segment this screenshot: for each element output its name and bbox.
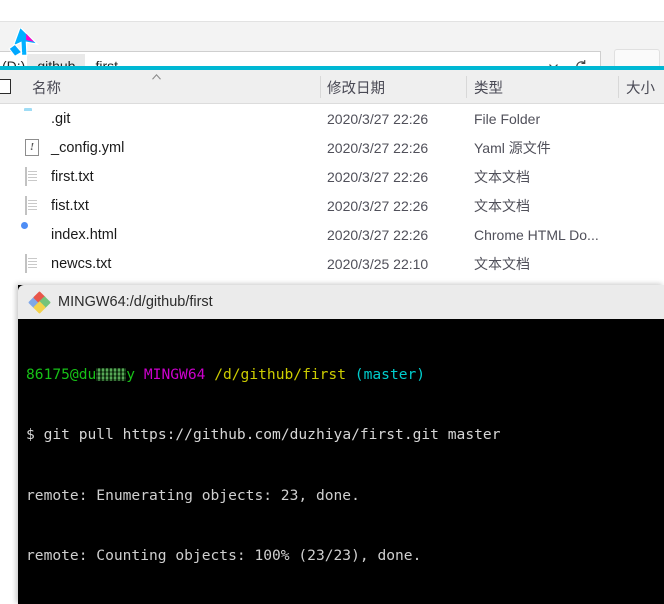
file-name-cell[interactable]: newcs.txt — [24, 253, 112, 273]
file-type-cell: Chrome HTML Do... — [474, 226, 599, 243]
terminal-title-label: MINGW64:/d/github/first — [58, 294, 213, 310]
select-all-checkbox[interactable] — [0, 79, 11, 94]
file-name-label: _config.yml — [51, 139, 125, 156]
file-date-cell: 2020/3/27 22:26 — [327, 139, 429, 156]
column-header-name[interactable]: 名称 — [32, 70, 61, 104]
column-header-row: 名称 修改日期 类型 大小 — [0, 70, 664, 104]
prompt-user-suffix: y — [126, 366, 136, 384]
file-date-cell: 2020/3/25 22:10 — [327, 255, 429, 272]
file-type-cell: File Folder — [474, 110, 541, 127]
terminal-prompt-line-1: 86175@du y MINGW64 /d/github/first (maste… — [26, 365, 664, 385]
folder-icon — [24, 110, 42, 128]
file-type-cell: Yaml 源文件 — [474, 139, 551, 156]
table-row[interactable]: newcs.txt 2020/3/25 22:10 文本文档 — [0, 249, 664, 278]
file-date-cell: 2020/3/27 22:26 — [327, 197, 429, 214]
table-row[interactable]: index.html 2020/3/27 22:26 Chrome HTML D… — [0, 220, 664, 249]
column-header-date[interactable]: 修改日期 — [327, 70, 385, 104]
terminal-output[interactable]: 86175@du y MINGW64 /d/github/first (maste… — [18, 319, 664, 604]
mingw64-terminal-window[interactable]: MINGW64:/d/github/first 86175@du y MINGW6… — [18, 285, 664, 604]
file-name-cell[interactable]: ! _config.yml — [24, 138, 125, 157]
file-type-cell: 文本文档 — [474, 197, 530, 214]
column-header-type[interactable]: 类型 — [474, 70, 503, 104]
file-name-cell[interactable]: fist.txt — [24, 195, 89, 215]
file-name-label: newcs.txt — [51, 255, 112, 272]
mingw-diamond-icon — [28, 290, 51, 314]
prompt-path: /d/github/first — [214, 366, 346, 384]
file-date-cell: 2020/3/27 22:26 — [327, 110, 429, 127]
terminal-output-line: remote: Enumerating objects: 23, done. — [26, 486, 360, 504]
table-row[interactable]: first.txt 2020/3/27 22:26 文本文档 — [0, 162, 664, 191]
prompt-user: 86175@du — [26, 366, 97, 384]
screenshot-root: (D:) github first — [0, 0, 664, 604]
file-name-cell[interactable]: first.txt — [24, 166, 94, 186]
sort-ascending-icon — [150, 71, 163, 83]
file-name-label: first.txt — [51, 168, 94, 185]
address-bar: (D:) github first — [0, 22, 664, 83]
file-name-label: index.html — [51, 226, 118, 243]
table-row[interactable]: .git 2020/3/27 22:26 File Folder — [0, 104, 664, 133]
text-file-icon — [24, 166, 42, 186]
redacted-block — [96, 368, 127, 382]
column-divider-1[interactable] — [320, 76, 321, 98]
column-divider-3[interactable] — [618, 76, 619, 98]
column-divider-2[interactable] — [466, 76, 467, 98]
file-list[interactable]: .git 2020/3/27 22:26 File Folder ! _conf… — [0, 104, 664, 276]
file-name-label: .git — [51, 110, 71, 127]
table-row[interactable]: fist.txt 2020/3/27 22:26 文本文档 — [0, 191, 664, 220]
chrome-html-icon — [24, 226, 42, 244]
terminal-title-bar[interactable]: MINGW64:/d/github/first — [18, 285, 664, 319]
terminal-command-line: $ git pull https://github.com/duzhiya/fi… — [26, 425, 664, 445]
file-name-cell[interactable]: .git — [24, 110, 70, 128]
file-name-cell[interactable]: index.html — [24, 226, 117, 244]
text-file-icon — [24, 253, 42, 273]
file-date-cell: 2020/3/27 22:26 — [327, 226, 429, 243]
window-top-strip — [0, 0, 664, 22]
terminal-command: git pull https://github.com/duzhiya/firs… — [43, 426, 501, 444]
terminal-output-line: remote: Counting objects: 100% (23/23), … — [26, 547, 422, 565]
column-header-size[interactable]: 大小 — [626, 70, 655, 104]
prompt-dollar: $ — [26, 426, 35, 444]
text-file-icon — [24, 195, 42, 215]
file-name-label: fist.txt — [51, 197, 89, 214]
table-row[interactable]: ! _config.yml 2020/3/27 22:26 Yaml 源文件 — [0, 133, 664, 162]
prompt-branch: (master) — [354, 366, 426, 384]
prompt-shell: MINGW64 — [143, 366, 206, 384]
file-type-cell: 文本文档 — [474, 255, 530, 272]
file-date-cell: 2020/3/27 22:26 — [327, 168, 429, 185]
yaml-file-icon: ! — [24, 138, 42, 157]
file-type-cell: 文本文档 — [474, 168, 530, 185]
